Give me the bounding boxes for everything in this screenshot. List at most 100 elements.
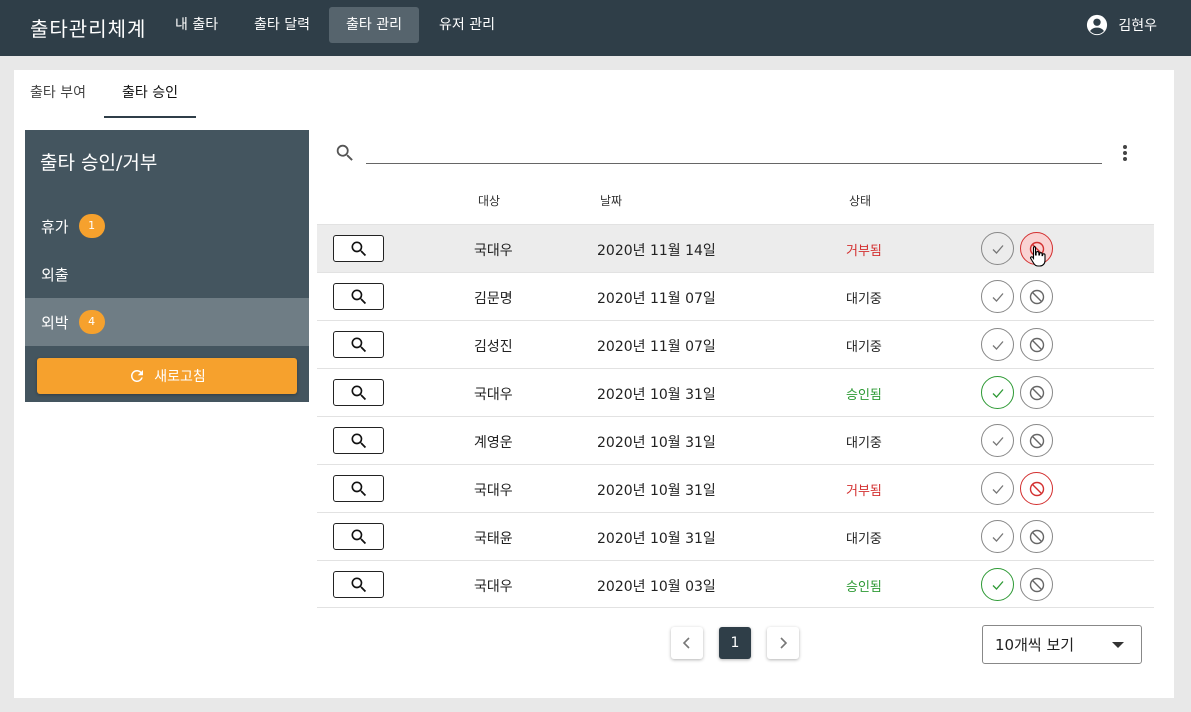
approve-button[interactable] [981,232,1014,265]
reject-button[interactable] [1020,280,1053,313]
view-detail-button[interactable] [333,571,384,598]
check-icon [992,292,1003,302]
target-name: 김문명 [474,291,513,307]
sidebar-item-label: 휴가 [41,217,69,236]
count-badge: 1 [78,214,105,238]
user-name: 김현우 [1118,18,1157,34]
page-size-select[interactable]: 10개씩 보기 [982,625,1142,664]
status-label: 대기중 [846,436,882,451]
table-row[interactable]: 국대우 2020년 10월 03일 승인됨 [317,560,1154,608]
search-icon [351,529,366,544]
block-icon [1029,289,1044,304]
block-icon [1029,337,1044,352]
search-icon [351,337,366,352]
view-detail-button[interactable] [333,235,384,262]
column-header-target: 대상 [478,194,501,208]
leave-date: 2020년 11월 14일 [597,243,716,259]
search-icon [351,241,366,256]
table-row[interactable]: 국태윤 2020년 10월 31일 대기중 [317,512,1154,560]
tab-approve-leave[interactable]: 출타 승인 [104,70,196,118]
user-menu[interactable]: 김현우 [1086,14,1157,36]
check-icon [992,436,1003,446]
sidebar-item-overnight[interactable]: 외박 4 [25,298,309,346]
table-row[interactable]: 김성진 2020년 11월 07일 대기중 [317,320,1154,368]
reject-button[interactable] [1020,520,1053,553]
app-title[interactable]: 출타관리체계 [30,13,146,42]
table-row[interactable]: 계영운 2020년 10월 31일 대기중 [317,416,1154,464]
block-icon [1029,433,1044,448]
chevron-left-icon [682,637,690,649]
target-name: 국대우 [474,483,513,499]
target-name: 김성진 [474,339,513,355]
table-row[interactable]: 국대우 2020년 10월 31일 승인됨 [317,368,1154,416]
reject-button[interactable] [1020,424,1053,457]
refresh-label: 새로고침 [154,369,206,385]
prev-page-button[interactable] [671,627,703,659]
check-icon [992,340,1003,350]
reject-button[interactable] [1020,472,1053,505]
view-detail-button[interactable] [333,523,384,550]
hand-cursor-icon [1030,245,1046,267]
nav-my-leave[interactable]: 내 출타 [158,7,235,43]
target-name: 국대우 [474,579,513,595]
approve-button[interactable] [981,376,1014,409]
block-icon [1029,577,1044,592]
reject-button[interactable] [1020,376,1053,409]
page-button-current[interactable]: 1 [719,627,751,659]
target-name: 국태윤 [474,531,513,547]
refresh-button[interactable]: 새로고침 [37,358,297,394]
account-circle-icon [1087,14,1108,36]
check-icon [992,244,1003,254]
view-detail-button[interactable] [333,475,384,502]
leave-date: 2020년 10월 31일 [597,483,716,499]
sidebar-item-vacation[interactable]: 휴가 1 [25,202,309,250]
next-page-button[interactable] [767,627,799,659]
check-icon [992,388,1003,398]
view-detail-button[interactable] [333,331,384,358]
chevron-right-icon [780,637,788,649]
sidebar-title: 출타 승인/거부 [40,152,158,174]
approve-button[interactable] [981,520,1014,553]
search-input[interactable] [366,142,1102,164]
table-row[interactable]: 국대우 2020년 10월 31일 거부됨 [317,464,1154,512]
reject-button[interactable] [1020,568,1053,601]
status-label: 승인됨 [846,388,882,403]
approve-button[interactable] [981,328,1014,361]
table-row[interactable]: 김문명 2020년 11월 07일 대기중 [317,272,1154,320]
reject-button[interactable] [1020,328,1053,361]
status-label: 거부됨 [846,244,882,259]
view-detail-button[interactable] [333,427,384,454]
check-icon [992,484,1003,494]
view-detail-button[interactable] [333,379,384,406]
leave-date: 2020년 11월 07일 [597,339,716,355]
approve-button[interactable] [981,472,1014,505]
nav-leave-management[interactable]: 출타 관리 [329,7,419,43]
status-label: 대기중 [846,340,882,355]
approve-button[interactable] [981,280,1014,313]
leave-date: 2020년 10월 31일 [597,435,716,451]
search-icon [351,385,366,400]
page-size-label: 10개씩 보기 [995,636,1075,654]
more-vert-icon[interactable] [1116,143,1134,163]
status-label: 대기중 [846,292,882,307]
leave-date: 2020년 10월 03일 [597,579,716,595]
count-badge: 4 [78,310,105,334]
leave-date: 2020년 11월 07일 [597,291,716,307]
block-icon [1029,481,1044,496]
status-label: 대기중 [846,532,882,547]
dropdown-arrow-icon [1112,642,1124,648]
sidebar-item-outing[interactable]: 외출 [25,250,309,298]
top-navbar: 출타관리체계 내 출타 출타 달력 출타 관리 유저 관리 김현우 [0,0,1191,56]
approve-button[interactable] [981,568,1014,601]
nav-leave-calendar[interactable]: 출타 달력 [237,7,327,43]
check-icon [992,580,1003,590]
status-label: 승인됨 [846,580,882,595]
block-icon [1029,529,1044,544]
column-header-date: 날짜 [600,194,623,208]
approve-button[interactable] [981,424,1014,457]
sidebar-item-label: 외출 [41,265,69,284]
tab-grant-leave[interactable]: 출타 부여 [26,70,90,118]
search-icon [351,577,366,592]
nav-user-management[interactable]: 유저 관리 [422,7,512,43]
view-detail-button[interactable] [333,283,384,310]
